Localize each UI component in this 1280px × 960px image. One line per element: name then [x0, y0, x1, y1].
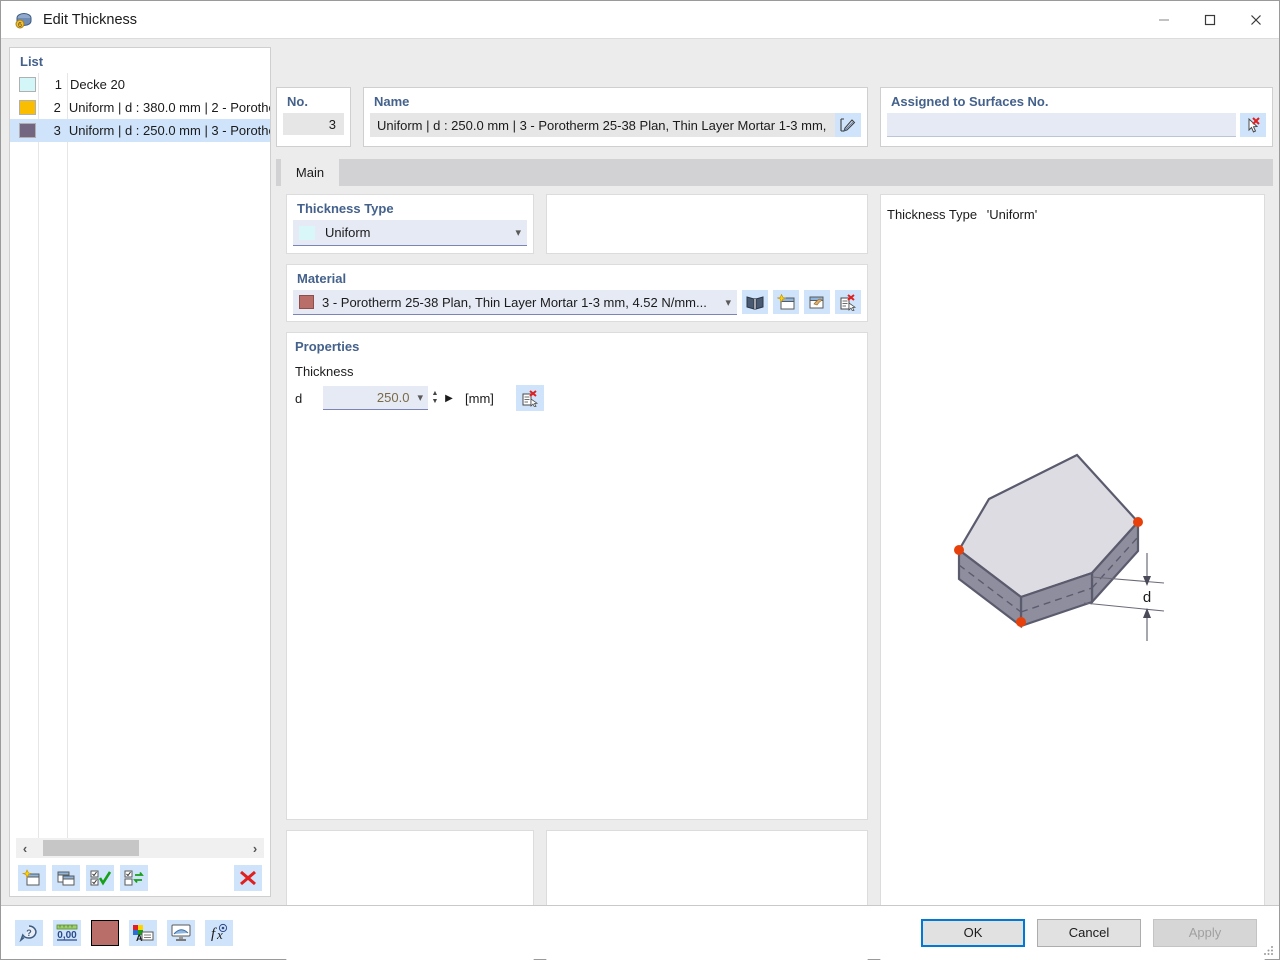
maximize-button[interactable]: [1187, 1, 1233, 39]
invert-selection-button[interactable]: [120, 865, 148, 891]
material-combo[interactable]: 3 - Porotherm 25-38 Plan, Thin Layer Mor…: [293, 290, 737, 315]
new-material-button[interactable]: [773, 290, 799, 314]
tab-main[interactable]: Main: [281, 159, 339, 186]
close-button[interactable]: [1233, 1, 1279, 39]
main-content: Thickness Type Uniform ▾ Material 3 - Po…: [276, 186, 1273, 960]
assigned-surfaces-panel: Assigned to Surfaces No.: [880, 87, 1273, 147]
number-value: 3: [283, 113, 344, 135]
number-caption: No.: [287, 94, 308, 109]
list-toolbar: [10, 860, 270, 896]
list-item-color-swatch: [19, 100, 36, 115]
cancel-button[interactable]: Cancel: [1037, 918, 1141, 947]
list-caption: List: [20, 54, 44, 69]
ok-button[interactable]: OK: [921, 918, 1025, 947]
list-item[interactable]: 1 Decke 20: [10, 73, 270, 96]
bottom-bar: ? 0,00 A f x OK Cancel Apply: [1, 905, 1279, 959]
properties-caption: Properties: [295, 339, 360, 354]
delete-thickness-button[interactable]: [234, 865, 262, 891]
material-caption: Material: [297, 271, 347, 286]
apply-button: Apply: [1153, 918, 1257, 947]
thickness-input[interactable]: 250.0 ▾: [323, 386, 428, 410]
svg-text:?: ?: [26, 928, 32, 938]
list-item[interactable]: 3 Uniform | d : 250.0 mm | 3 - Porothe: [10, 119, 270, 142]
thickness-unit: [mm]: [465, 390, 494, 406]
new-thickness-button[interactable]: [18, 865, 46, 891]
list-item-label: Uniform | d : 380.0 mm | 2 - Porothe: [68, 100, 270, 115]
scroll-right-arrow[interactable]: ›: [246, 841, 264, 856]
graphic-caption-prefix: Thickness Type: [887, 207, 978, 222]
resize-grip[interactable]: [1263, 944, 1275, 956]
material-color-swatch: [299, 295, 314, 309]
list-horizontal-scrollbar[interactable]: ‹ ›: [16, 838, 264, 858]
dimension-label: d: [1143, 589, 1151, 606]
assigned-caption: Assigned to Surfaces No.: [891, 94, 1049, 109]
render-button[interactable]: [167, 919, 195, 946]
name-panel: Name Uniform | d : 250.0 mm | 3 - Poroth…: [363, 87, 868, 147]
name-caption: Name: [374, 94, 410, 109]
display-properties-button[interactable]: A: [129, 919, 157, 946]
select-all-button[interactable]: [86, 865, 114, 891]
thickness-label: Thickness: [295, 364, 354, 379]
dialog-body: List 1 Decke 20 2 Uniform | d : 380.0 mm…: [1, 39, 1279, 960]
thickness-type-value: Uniform: [325, 225, 371, 240]
slab-3d-illustration: d: [954, 453, 1165, 641]
thickness-type-combo[interactable]: Uniform ▾: [293, 220, 527, 246]
scroll-left-arrow[interactable]: ‹: [16, 841, 34, 856]
thickness-stepper[interactable]: ▲ ▼: [428, 386, 442, 410]
scroll-thumb[interactable]: [43, 840, 139, 856]
graphic-caption-value: 'Uniform': [986, 207, 1038, 222]
list-item-number: 1: [54, 77, 62, 92]
graphic-caption: Thickness Type 'Uniform': [881, 195, 1264, 222]
minimize-button[interactable]: [1141, 1, 1187, 39]
units-button[interactable]: 0,00: [53, 919, 81, 946]
material-library-button[interactable]: [742, 290, 768, 314]
list-item-label: Decke 20: [70, 77, 125, 92]
material-value: 3 - Porotherm 25-38 Plan, Thin Layer Mor…: [322, 294, 707, 310]
thickness-type-caption: Thickness Type: [297, 201, 394, 216]
edit-thickness-dialog: 6 Edit Thickness List 1 Decke 20 2 Unifo…: [0, 0, 1280, 960]
svg-text:0,00: 0,00: [57, 930, 77, 941]
edit-name-icon[interactable]: [835, 113, 861, 137]
copy-thickness-button[interactable]: [52, 865, 80, 891]
window-controls: [1141, 1, 1279, 39]
thickness-type-blank-panel: [546, 194, 868, 254]
window-title: Edit Thickness: [43, 11, 138, 28]
dialog-buttons: OK Cancel Apply: [921, 918, 1257, 947]
thickness-next-icon[interactable]: ▶: [442, 386, 456, 410]
list-rows: 1 Decke 20 2 Uniform | d : 380.0 mm | 2 …: [10, 73, 270, 838]
list-item-number: 2: [53, 100, 61, 115]
list-item-label: Uniform | d : 250.0 mm | 3 - Porothe: [68, 123, 270, 138]
color-button[interactable]: [91, 919, 119, 946]
thickness-value: 250.0: [376, 390, 410, 405]
edit-material-button[interactable]: [804, 290, 830, 314]
name-input[interactable]: Uniform | d : 250.0 mm | 3 - Porotherm 2…: [370, 113, 835, 137]
chevron-down-icon[interactable]: ▾: [417, 391, 423, 404]
svg-text:6: 6: [18, 22, 22, 29]
list-panel: List 1 Decke 20 2 Uniform | d : 380.0 mm…: [9, 47, 271, 897]
chevron-down-icon: ▾: [515, 227, 521, 239]
thickness-symbol: d: [295, 390, 303, 406]
tab-strip: Main: [276, 159, 1273, 186]
chevron-down-icon: ▾: [725, 296, 731, 309]
list-item-color-swatch: [19, 123, 36, 138]
properties-panel: Properties Thickness d 250.0 ▾ ▲ ▼ ▶ [mm]: [286, 332, 868, 820]
thickness-reset-icon[interactable]: [515, 385, 544, 411]
material-info-button[interactable]: [835, 290, 861, 314]
thickness-app-icon: 6: [13, 10, 33, 30]
formula-button[interactable]: f x: [205, 919, 233, 946]
help-button[interactable]: ?: [15, 919, 43, 946]
list-item-number: 3: [53, 123, 61, 138]
material-panel: Material 3 - Porotherm 25-38 Plan, Thin …: [286, 264, 868, 322]
number-panel: No. 3: [276, 87, 351, 147]
thickness-type-panel: Thickness Type Uniform ▾: [286, 194, 534, 254]
graphic-preview-panel: Thickness Type 'Uniform' d: [880, 194, 1265, 960]
list-item[interactable]: 2 Uniform | d : 380.0 mm | 2 - Porothe: [10, 96, 270, 119]
thickness-type-swatch: [299, 225, 315, 240]
bottom-toolbar: ? 0,00 A f x: [15, 919, 233, 946]
pick-surfaces-icon[interactable]: [1240, 113, 1266, 137]
list-item-color-swatch: [19, 77, 36, 92]
assigned-surfaces-input[interactable]: [887, 113, 1236, 137]
title-bar: 6 Edit Thickness: [1, 1, 1279, 39]
